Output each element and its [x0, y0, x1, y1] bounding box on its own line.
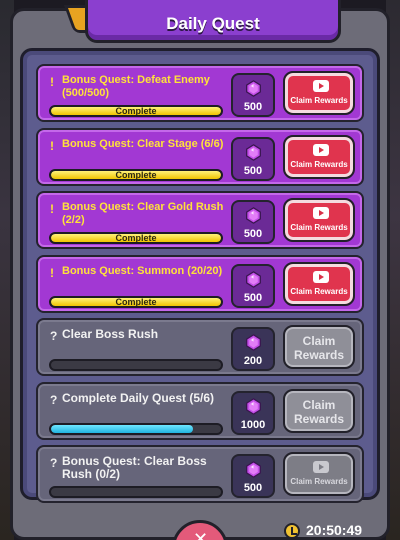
- claim-rewards-button[interactable]: Claim Rewards: [283, 261, 355, 306]
- claim-rewards-button[interactable]: Claim Rewards: [283, 134, 355, 179]
- video-play-icon: [313, 143, 329, 156]
- progress-label: Complete: [115, 296, 157, 307]
- reward-amount: 500: [243, 482, 263, 494]
- reward-amount: 500: [243, 101, 263, 113]
- quest-title: Bonus Quest: Defeat Enemy (500/500): [62, 74, 210, 99]
- quest-row: ? Clear Boss Rush 200 Claim Rewards: [36, 318, 364, 376]
- purple-gem-icon: [246, 143, 261, 161]
- claim-rewards-button: Claim Rewards: [283, 325, 355, 369]
- video-play-icon: [313, 461, 329, 473]
- reward-amount: 500: [243, 164, 263, 177]
- reward-box: 200: [231, 327, 275, 371]
- claim-label: Claim Rewards: [290, 477, 348, 486]
- reward-box: 500: [231, 200, 275, 244]
- purple-gem-icon: [246, 270, 261, 288]
- progress-fill: [51, 424, 193, 433]
- quest-title: Bonus Quest: Clear Gold Rush (2/2): [62, 201, 224, 226]
- claim-label: Claim Rewards: [293, 334, 345, 362]
- claim-rewards-button[interactable]: Claim Rewards: [283, 198, 355, 242]
- quest-row: ? Bonus Quest: Clear Boss Rush (0/2) 500 Cl…: [36, 445, 364, 503]
- quest-progress-bar: Complete: [49, 168, 223, 181]
- video-play-icon: [313, 207, 329, 219]
- quest-title: Bonus Quest: Summon (20/20): [62, 264, 223, 277]
- quest-title: Clear Boss Rush: [62, 327, 159, 341]
- quest-row: ! Bonus Quest: Clear Stage (6/6) Complete 5…: [36, 127, 364, 186]
- video-play-icon: [313, 80, 329, 92]
- reward-box: 500: [231, 136, 275, 181]
- claim-label: Claim Rewards: [293, 397, 345, 426]
- quest-progress-bar: Complete: [49, 295, 223, 308]
- purple-gem-icon: [246, 207, 261, 224]
- quest-title: Bonus Quest: Clear Stage (6/6): [62, 137, 224, 150]
- quest-row: ? Complete Daily Quest (5/6) 1000 Claim Rew…: [36, 381, 364, 440]
- quest-status-icon: !: [50, 265, 54, 280]
- quest-status-icon: ?: [50, 329, 58, 343]
- reward-amount: 500: [243, 291, 263, 304]
- progress-label: Complete: [115, 233, 157, 243]
- quest-status-icon: !: [50, 202, 54, 216]
- quest-progress-bar: Complete: [49, 232, 223, 244]
- page-title: Daily Quest: [166, 14, 260, 33]
- claim-rewards-button[interactable]: Claim Rewards: [283, 71, 355, 115]
- quest-progress-bar: [49, 422, 223, 435]
- purple-gem-icon: [246, 461, 261, 478]
- claim-rewards-button: Claim Rewards: [283, 452, 355, 496]
- reward-amount: 200: [243, 355, 263, 367]
- clock-icon: [284, 523, 300, 539]
- quest-progress-bar: [49, 486, 223, 498]
- quest-title: Complete Daily Quest (5/6): [62, 390, 215, 405]
- close-icon: ✕: [193, 529, 209, 540]
- quest-status-icon: ?: [50, 456, 58, 470]
- progress-label: Complete: [115, 169, 157, 180]
- quest-row: ! Bonus Quest: Summon (20/20) Complete 500 C…: [36, 254, 364, 313]
- reward-box: 500: [231, 454, 275, 498]
- purple-gem-icon: [246, 397, 261, 415]
- claim-label: Claim Rewards: [290, 286, 348, 296]
- reward-box: 500: [231, 73, 275, 117]
- video-play-icon: [313, 270, 329, 283]
- quest-status-icon: !: [50, 75, 54, 89]
- claim-label: Claim Rewards: [290, 159, 348, 169]
- progress-label: Complete: [115, 106, 157, 116]
- reward-box: 500: [231, 263, 275, 308]
- timer-text: 20:50:49: [306, 522, 363, 538]
- purple-gem-icon: [246, 334, 261, 351]
- quest-progress-bar: [49, 359, 223, 371]
- reward-amount: 500: [243, 228, 263, 240]
- quest-status-icon: ?: [50, 392, 58, 407]
- title-banner: Daily Quest: [85, 0, 341, 43]
- claim-label: Claim Rewards: [290, 96, 348, 105]
- claim-rewards-button: Claim Rewards: [283, 388, 355, 433]
- purple-gem-icon: [246, 80, 261, 97]
- quest-list: ! Bonus Quest: Defeat Enemy (500/500) Comp…: [36, 64, 364, 509]
- quest-status-icon: !: [50, 138, 54, 153]
- claim-label: Claim Rewards: [290, 223, 348, 232]
- reward-amount: 1000: [240, 418, 266, 431]
- quest-row: ! Bonus Quest: Defeat Enemy (500/500) Comp…: [36, 64, 364, 122]
- quest-title: Bonus Quest: Clear Boss Rush (0/2): [62, 454, 207, 481]
- quest-progress-bar: Complete: [49, 105, 223, 117]
- quest-row: ! Bonus Quest: Clear Gold Rush (2/2) Compl…: [36, 191, 364, 249]
- reward-box: 1000: [231, 390, 275, 435]
